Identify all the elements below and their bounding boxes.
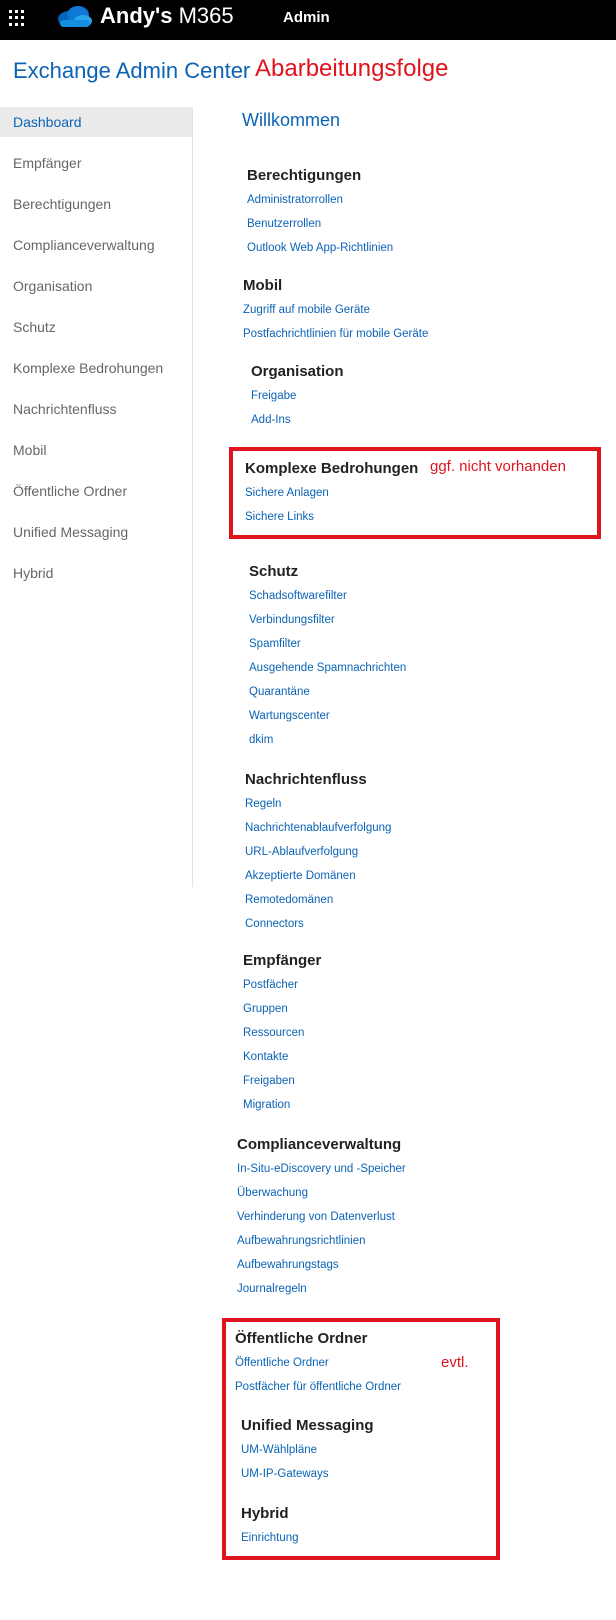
link-freigabe[interactable]: Freigabe <box>251 387 344 411</box>
section-title: Öffentliche Ordner <box>235 1330 368 1347</box>
section-title: Unified Messaging <box>241 1417 374 1434</box>
sidebar-item-dashboard[interactable]: Dashboard <box>0 107 192 137</box>
section-organisation: Organisation Freigabe Add-Ins <box>251 363 344 435</box>
link-journalregeln[interactable]: Journalregeln <box>237 1280 406 1304</box>
sidebar-item-schutz[interactable]: Schutz <box>0 312 192 342</box>
section-title: Komplexe Bedrohungen <box>245 460 419 477</box>
link-add-ins[interactable]: Add-Ins <box>251 411 344 435</box>
section-title: Empfänger <box>243 952 322 969</box>
link-postfaecher-oeffentliche-ordner[interactable]: Postfächer für öffentliche Ordner <box>235 1378 401 1402</box>
annotation-oeffentliche-note: evtl. <box>441 1354 469 1371</box>
link-ressourcen[interactable]: Ressourcen <box>243 1024 321 1048</box>
link-spamfilter[interactable]: Spamfilter <box>249 635 406 659</box>
section-hybrid: Hybrid Einrichtung <box>241 1505 299 1553</box>
section-komplexe-bedrohungen: Komplexe Bedrohungen Sichere Anlagen Sic… <box>245 460 418 532</box>
link-dkim[interactable]: dkim <box>249 731 406 755</box>
link-um-ip-gateways[interactable]: UM-IP-Gateways <box>241 1465 374 1489</box>
cloud-logo-icon <box>58 6 92 27</box>
link-administratorrollen[interactable]: Administratorrollen <box>247 191 393 215</box>
link-schadsoftwarefilter[interactable]: Schadsoftwarefilter <box>249 587 406 611</box>
section-nachrichtenfluss: Nachrichtenfluss Regeln Nachrichtenablau… <box>245 771 391 939</box>
link-akzeptierte-domaenen[interactable]: Akzeptierte Domänen <box>245 867 391 891</box>
link-outlook-web-app-richtlinien[interactable]: Outlook Web App-Richtlinien <box>247 239 393 263</box>
section-title: Complianceverwaltung <box>237 1136 402 1153</box>
section-title: Hybrid <box>241 1505 289 1522</box>
link-wartungscenter[interactable]: Wartungscenter <box>249 707 406 731</box>
section-title: Mobil <box>243 277 283 294</box>
link-sichere-links[interactable]: Sichere Links <box>245 508 418 532</box>
sidebar-item-organisation[interactable]: Organisation <box>0 271 192 301</box>
link-url-ablaufverfolgung[interactable]: URL-Ablaufverfolgung <box>245 843 391 867</box>
app-name-bold: Andy's <box>100 3 173 28</box>
section-title: Nachrichtenfluss <box>245 771 367 788</box>
sidebar: Dashboard Empfänger Berechtigungen Compl… <box>0 107 193 887</box>
sidebar-item-hybrid[interactable]: Hybrid <box>0 558 192 588</box>
section-unified-messaging: Unified Messaging UM-Wählpläne UM-IP-Gat… <box>241 1417 374 1489</box>
sidebar-item-mobil[interactable]: Mobil <box>0 435 192 465</box>
link-regeln[interactable]: Regeln <box>245 795 391 819</box>
link-oeffentliche-ordner[interactable]: Öffentliche Ordner <box>235 1354 401 1378</box>
link-connectors[interactable]: Connectors <box>245 915 391 939</box>
waffle-icon[interactable] <box>9 10 25 26</box>
link-einrichtung[interactable]: Einrichtung <box>241 1529 299 1553</box>
link-quarantaene[interactable]: Quarantäne <box>249 683 406 707</box>
link-verbindungsfilter[interactable]: Verbindungsfilter <box>249 611 406 635</box>
section-schutz: Schutz Schadsoftwarefilter Verbindungsfi… <box>249 563 406 755</box>
app-name[interactable]: Andy's M365 <box>100 3 234 29</box>
page-title: Exchange Admin Center <box>13 58 251 83</box>
sidebar-item-berechtigungen[interactable]: Berechtigungen <box>0 189 192 219</box>
link-remotedomaenen[interactable]: Remotedomänen <box>245 891 391 915</box>
link-postfaecher[interactable]: Postfächer <box>243 976 321 1000</box>
section-mobil: Mobil Zugriff auf mobile Geräte Postfach… <box>243 277 428 349</box>
sidebar-item-empfaenger[interactable]: Empfänger <box>0 148 192 178</box>
link-benutzerrollen[interactable]: Benutzerrollen <box>247 215 393 239</box>
link-ausgehende-spamnachrichten[interactable]: Ausgehende Spamnachrichten <box>249 659 406 683</box>
annotation-title: Abarbeitungsfolge <box>255 55 449 82</box>
sidebar-item-komplexe-bedrohungen[interactable]: Komplexe Bedrohungen <box>0 353 192 383</box>
section-complianceverwaltung: Complianceverwaltung In-Situ-eDiscovery … <box>237 1136 406 1304</box>
welcome-heading: Willkommen <box>242 110 341 130</box>
sidebar-item-oeffentliche-ordner[interactable]: Öffentliche Ordner <box>0 476 192 506</box>
link-aufbewahrungsrichtlinien[interactable]: Aufbewahrungsrichtlinien <box>237 1232 406 1256</box>
link-migration[interactable]: Migration <box>243 1096 321 1120</box>
section-title: Schutz <box>249 563 299 580</box>
section-title: Berechtigungen <box>247 167 362 184</box>
app-name-rest: M365 <box>172 3 234 28</box>
top-bar: Andy's M365 Admin <box>0 0 616 40</box>
admin-label: Admin <box>283 9 330 26</box>
section-berechtigungen: Berechtigungen Administratorrollen Benut… <box>247 167 393 263</box>
link-verhinderung-datenverlust[interactable]: Verhinderung von Datenverlust <box>237 1208 406 1232</box>
link-in-situ-ediscovery[interactable]: In-Situ-eDiscovery und -Speicher <box>237 1160 406 1184</box>
link-freigaben[interactable]: Freigaben <box>243 1072 321 1096</box>
link-nachrichtenablaufverfolgung[interactable]: Nachrichtenablaufverfolgung <box>245 819 391 843</box>
sidebar-item-complianceverwaltung[interactable]: Complianceverwaltung <box>0 230 192 260</box>
link-sichere-anlagen[interactable]: Sichere Anlagen <box>245 484 418 508</box>
link-zugriff-mobile-geraete[interactable]: Zugriff auf mobile Geräte <box>243 301 428 325</box>
link-um-waehlplaene[interactable]: UM-Wählpläne <box>241 1441 374 1465</box>
section-oeffentliche-ordner: Öffentliche Ordner Öffentliche Ordner Po… <box>235 1330 401 1402</box>
link-aufbewahrungstags[interactable]: Aufbewahrungstags <box>237 1256 406 1280</box>
link-kontakte[interactable]: Kontakte <box>243 1048 321 1072</box>
link-ueberwachung[interactable]: Überwachung <box>237 1184 406 1208</box>
section-empfaenger: Empfänger Postfächer Gruppen Ressourcen … <box>243 952 321 1120</box>
link-postfachrichtlinien-mobile[interactable]: Postfachrichtlinien für mobile Geräte <box>243 325 428 349</box>
section-title: Organisation <box>251 363 344 380</box>
annotation-komplexe-note: ggf. nicht vorhanden <box>430 458 566 475</box>
link-gruppen[interactable]: Gruppen <box>243 1000 321 1024</box>
sidebar-item-nachrichtenfluss[interactable]: Nachrichtenfluss <box>0 394 192 424</box>
sidebar-item-unified-messaging[interactable]: Unified Messaging <box>0 517 192 547</box>
